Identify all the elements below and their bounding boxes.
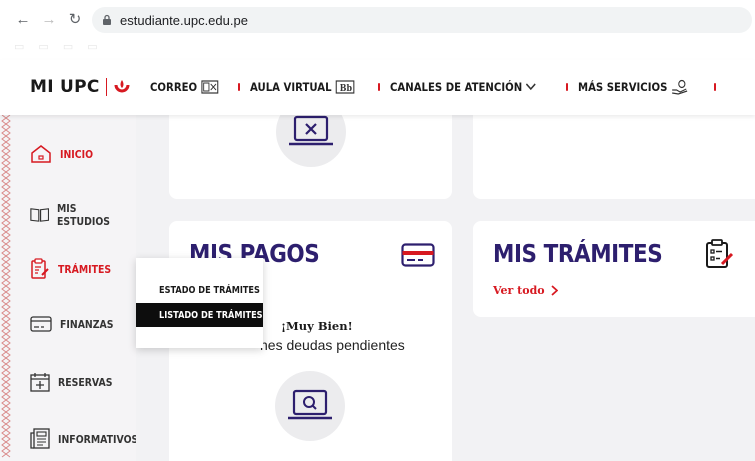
card-mis-tramites: MIS TRÁMITES Ver todo — [473, 221, 755, 317]
main-menu: CORREO AULA VIRTUAL Bb CANALES DE ATENCI… — [150, 79, 726, 95]
nav-canales-atencion[interactable]: CANALES DE ATENCIÓN — [390, 80, 537, 94]
payment-card-icon[interactable] — [401, 243, 435, 267]
success-title: ¡Muy Bien! — [281, 319, 353, 333]
sidebar-item-label: FINANZAS — [60, 317, 114, 331]
address-bar[interactable]: estudiante.upc.edu.pe — [92, 7, 752, 33]
home-icon — [31, 145, 51, 163]
lock-icon — [103, 14, 111, 25]
nav-label: MÁS SERVICIOS — [578, 80, 668, 94]
card-title: MIS TRÁMITES — [493, 239, 663, 268]
nav-correo[interactable]: CORREO — [150, 80, 218, 94]
laptop-x-icon — [289, 115, 333, 146]
tramites-submenu: ESTADO DE TRÁMITES LISTADO DE TRÁMITES — [136, 258, 263, 348]
bookmark-icon[interactable]: ▭ — [14, 40, 24, 54]
sidebar-item-finanzas[interactable]: FINANZAS — [30, 316, 123, 332]
bookmarks-bar: ▭ ▭ ▭ ▭ — [14, 40, 98, 54]
nav-aula-virtual[interactable]: AULA VIRTUAL Bb — [250, 80, 354, 94]
sidebar-item-inicio[interactable]: INICIO — [30, 144, 99, 164]
clipboard-edit-icon[interactable] — [705, 239, 735, 269]
brand-divider — [105, 78, 107, 96]
sidebar-item-label: INFORMATIVOS — [58, 432, 139, 446]
sidebar: INICIO MIS ESTUDIOS TRÁMITES FINANZAS RE… — [0, 115, 138, 461]
card-top-left — [169, 97, 452, 199]
bookmark-icon[interactable]: ▭ — [63, 40, 73, 54]
nav-separator — [378, 83, 381, 91]
ver-todo-link[interactable]: Ver todo — [493, 284, 558, 297]
brand-name: MI UPC — [30, 77, 100, 97]
book-icon — [30, 208, 50, 222]
submenu-label: ESTADO DE TRÁMITES — [159, 284, 260, 296]
sidebar-item-mis-estudios[interactable]: MIS ESTUDIOS — [30, 202, 136, 228]
url-text: estudiante.upc.edu.pe — [120, 12, 248, 28]
nav-label: CANALES DE ATENCIÓN — [390, 80, 523, 94]
newspaper-icon — [30, 428, 50, 449]
submenu-label: LISTADO DE TRÁMITES — [159, 309, 263, 321]
bookmark-icon[interactable]: ▭ — [38, 40, 48, 54]
browser-toolbar: ← → ↻ estudiante.upc.edu.pe — [0, 0, 755, 38]
blackboard-icon: Bb — [335, 80, 354, 94]
sidebar-item-label: RESERVAS — [58, 375, 113, 389]
brand-logo[interactable]: MI UPC — [30, 77, 131, 97]
success-message: nes deudas pendientes — [260, 337, 405, 353]
document-edit-icon — [31, 258, 49, 279]
nav-separator — [714, 83, 717, 91]
link-label: Ver todo — [493, 284, 545, 297]
sidebar-item-label: TRÁMITES — [58, 262, 112, 276]
bookmark-icon[interactable]: ▭ — [87, 40, 97, 54]
nav-separator — [237, 83, 240, 91]
forward-arrow-icon[interactable]: → — [38, 8, 60, 30]
calendar-plus-icon — [30, 373, 50, 392]
laptop-search-icon — [288, 389, 332, 420]
svg-text:Bb: Bb — [339, 83, 351, 94]
upc-logo-icon — [114, 80, 130, 93]
submenu-item-estado-tramites[interactable]: ESTADO DE TRÁMITES — [136, 278, 263, 302]
hand-service-icon — [672, 79, 688, 95]
submenu-item-listado-tramites[interactable]: LISTADO DE TRÁMITES — [136, 303, 263, 327]
back-arrow-icon[interactable]: ← — [12, 8, 34, 30]
mail-icon — [201, 80, 218, 94]
nav-mas-servicios[interactable]: MÁS SERVICIOS — [578, 79, 689, 95]
sidebar-item-label: MIS ESTUDIOS — [57, 202, 111, 228]
sidebar-item-label: INICIO — [60, 147, 94, 161]
sidebar-item-tramites[interactable]: TRÁMITES — [30, 258, 120, 280]
sidebar-item-reservas[interactable]: RESERVAS — [30, 372, 122, 392]
chevron-right-icon — [551, 285, 558, 296]
reload-icon[interactable]: ↻ — [64, 8, 86, 30]
card-icon-circle — [275, 371, 345, 441]
nav-label: CORREO — [150, 80, 198, 94]
top-navigation: MI UPC CORREO AULA VIRTUAL Bb CANALES DE — [0, 60, 755, 115]
sidebar-item-informativos[interactable]: INFORMATIVOS — [30, 428, 152, 450]
nav-separator — [566, 83, 569, 91]
decorative-border — [1, 115, 11, 458]
chevron-down-icon — [526, 83, 537, 91]
card-top-right — [473, 115, 755, 199]
card-icon — [30, 316, 52, 332]
nav-label: AULA VIRTUAL — [249, 80, 332, 94]
